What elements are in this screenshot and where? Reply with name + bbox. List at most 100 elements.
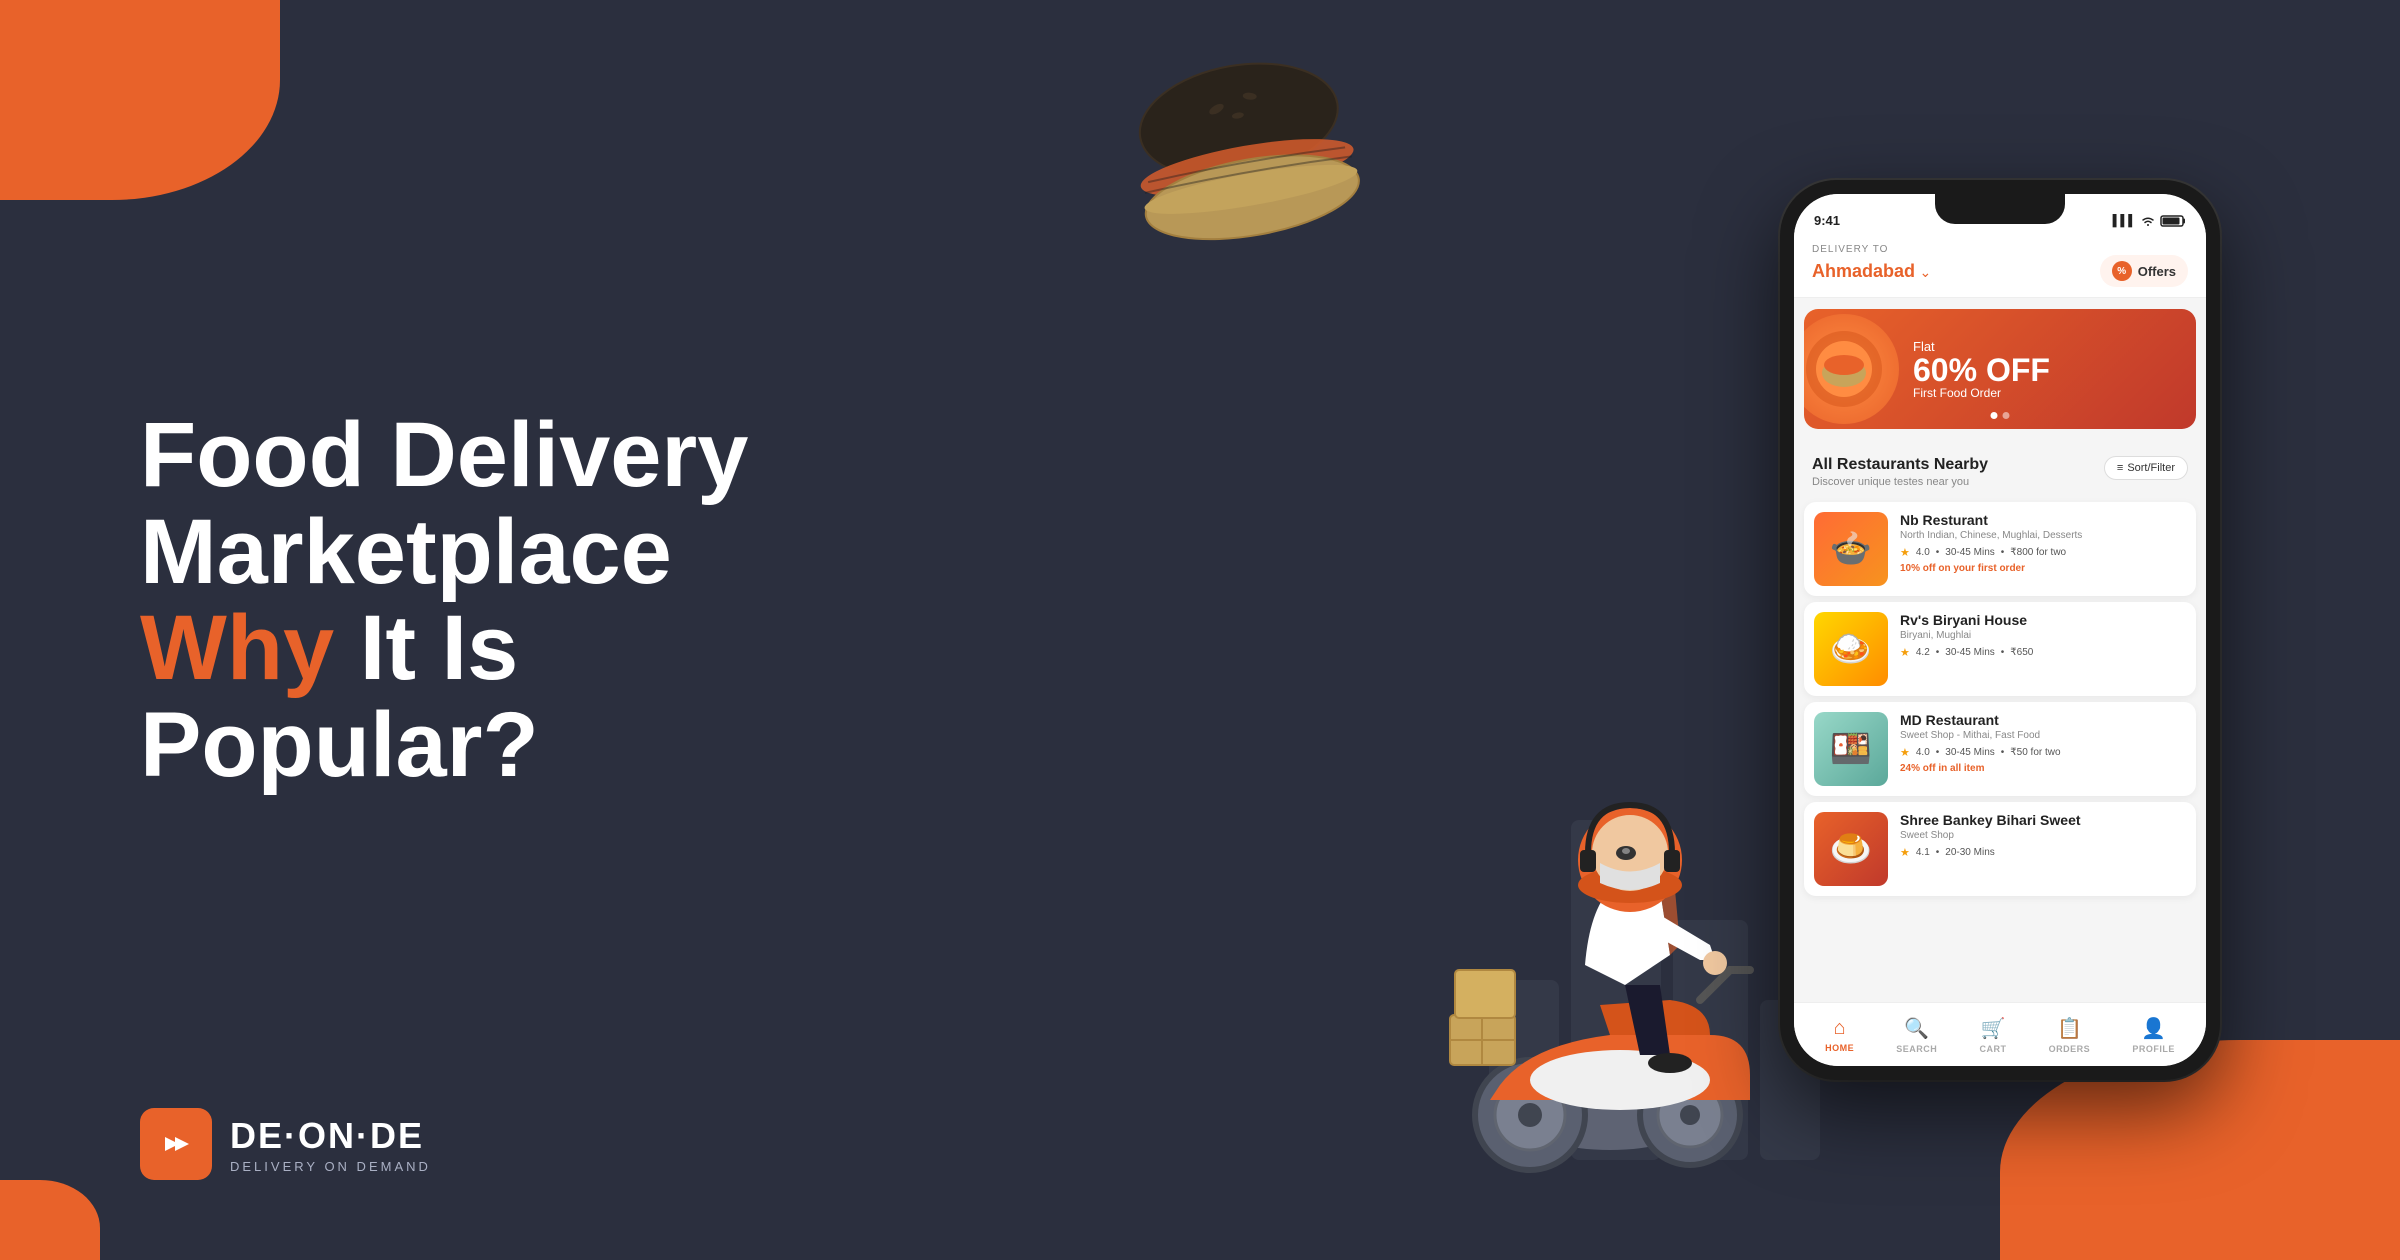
delivery-person-illustration	[1330, 705, 1830, 1205]
restaurant-card-3[interactable]: 🍱 MD Restaurant Sweet Shop - Mithai, Fas…	[1804, 702, 2196, 796]
restaurant-offer-1: 10% off on your first order	[1900, 563, 2186, 574]
signal-icon: ▌▌▌	[2113, 215, 2136, 227]
headline-line4: Popular?	[140, 694, 539, 796]
phone-frame: 9:41 ▌▌▌ DELIVERY TO	[1780, 180, 2220, 1080]
restaurant-info-4: Shree Bankey Bihari Sweet Sweet Shop ★ 4…	[1900, 812, 2186, 886]
price-3: ₹50 for two	[2010, 747, 2060, 758]
logo-tagline: DELIVERY ON DEMAND	[230, 1159, 431, 1174]
delivery-svg	[1330, 705, 1830, 1205]
city-info: Ahmadabad ⌄	[1812, 261, 1931, 282]
price-2: ₹650	[2010, 647, 2033, 658]
status-icons: ▌▌▌	[2113, 214, 2186, 228]
rating-4: 4.1	[1916, 847, 1930, 858]
nav-cart[interactable]: 🛒 CART	[1965, 1012, 2020, 1058]
star-icon-1: ★	[1900, 546, 1910, 559]
burger-svg	[1089, 27, 1399, 273]
promo-banner[interactable]: Flat 60% OFF First Food Order	[1804, 309, 2196, 429]
restaurant-offer-3: 24% off in all item	[1900, 763, 2186, 774]
restaurant-info-1: Nb Resturant North Indian, Chinese, Mugh…	[1900, 512, 2186, 586]
banner-dot-2	[2003, 412, 2010, 419]
time-2: 30-45 Mins	[1945, 647, 1994, 658]
phone-notch	[1935, 194, 2065, 224]
restaurant-meta-3: ★ 4.0 • 30-45 Mins • ₹50 for two	[1900, 746, 2186, 759]
hero-content: Food Delivery Marketplace Why It Is Popu…	[140, 407, 800, 853]
restaurant-cuisine-2: Biryani, Mughlai	[1900, 630, 2186, 641]
app-header: DELIVERY TO Ahmadabad ⌄ % Offers	[1794, 234, 2206, 298]
logo-arrow-icon	[155, 1123, 197, 1165]
banner-food-svg	[1804, 329, 1884, 409]
banner-food-image	[1804, 314, 1899, 424]
restaurant-card-4[interactable]: 🍮 Shree Bankey Bihari Sweet Sweet Shop ★…	[1804, 802, 2196, 896]
delivery-label: DELIVERY TO	[1812, 244, 2188, 255]
banner-discount: 60% OFF	[1913, 354, 2050, 386]
star-icon-3: ★	[1900, 746, 1910, 759]
logo-text: DE·ON·DE DELIVERY ON DEMAND	[230, 1115, 431, 1174]
time-3: 30-45 Mins	[1945, 747, 1994, 758]
home-label: HOME	[1825, 1043, 1854, 1053]
search-label: SEARCH	[1896, 1044, 1937, 1054]
filter-button[interactable]: ≡ Sort/Filter	[2104, 456, 2188, 480]
section-title-area: All Restaurants Nearby Discover unique t…	[1812, 456, 1988, 488]
restaurant-info-3: MD Restaurant Sweet Shop - Mithai, Fast …	[1900, 712, 2186, 786]
profile-label: PROFILE	[2132, 1044, 2175, 1054]
orders-label: ORDERS	[2049, 1044, 2091, 1054]
nav-profile[interactable]: 👤 PROFILE	[2118, 1012, 2189, 1058]
banner-sub-label: First Food Order	[1913, 386, 2050, 400]
restaurant-info-2: Rv's Biryani House Biryani, Mughlai ★ 4.…	[1900, 612, 2186, 686]
rating-1: 4.0	[1916, 547, 1930, 558]
nav-orders[interactable]: 📋 ORDERS	[2035, 1012, 2105, 1058]
restaurant-image-2: 🍛	[1814, 612, 1888, 686]
headline-line2: Marketplace	[140, 500, 672, 602]
restaurants-section: All Restaurants Nearby Discover unique t…	[1794, 442, 2206, 1002]
section-subtitle: Discover unique testes near you	[1812, 476, 1988, 488]
restaurant-card-2[interactable]: 🍛 Rv's Biryani House Biryani, Mughlai ★ …	[1804, 602, 2196, 696]
separator-7: •	[1936, 847, 1940, 858]
headline-line1: Food Delivery	[140, 404, 748, 506]
banner-dot-1	[1991, 412, 1998, 419]
restaurant-meta-1: ★ 4.0 • 30-45 Mins • ₹800 for two	[1900, 546, 2186, 559]
city-name[interactable]: Ahmadabad	[1812, 261, 1915, 281]
separator-4: •	[2001, 647, 2005, 658]
restaurant-meta-2: ★ 4.2 • 30-45 Mins • ₹650	[1900, 646, 2186, 659]
separator-5: •	[1936, 747, 1940, 758]
offers-button[interactable]: % Offers	[2100, 255, 2188, 287]
restaurant-cuisine-1: North Indian, Chinese, Mughlai, Desserts	[1900, 530, 2186, 541]
restaurant-name-4: Shree Bankey Bihari Sweet	[1900, 812, 2186, 828]
banner-text: Flat 60% OFF First Food Order	[1899, 339, 2050, 400]
rating-2: 4.2	[1916, 647, 1930, 658]
banner-dots	[1991, 412, 2010, 419]
home-icon: ⌂	[1834, 1017, 1846, 1040]
logo-name: DE·ON·DE	[230, 1115, 431, 1157]
burger-illustration	[1089, 27, 1399, 273]
nav-search[interactable]: 🔍 SEARCH	[1882, 1012, 1951, 1058]
corner-decoration-top-left	[0, 0, 280, 200]
separator-3: •	[1936, 647, 1940, 658]
bottom-navigation: ⌂ HOME 🔍 SEARCH 🛒 CART 📋 ORDERS 👤	[1794, 1002, 2206, 1066]
filter-icon: ≡	[2117, 462, 2123, 474]
star-icon-4: ★	[1900, 846, 1910, 859]
logo-area: DE·ON·DE DELIVERY ON DEMAND	[140, 1108, 431, 1180]
phone-mockup: 9:41 ▌▌▌ DELIVERY TO	[1780, 180, 2220, 1080]
separator-2: •	[2001, 547, 2005, 558]
time-1: 30-45 Mins	[1945, 547, 1994, 558]
phone-screen: 9:41 ▌▌▌ DELIVERY TO	[1794, 194, 2206, 1066]
restaurant-cuisine-3: Sweet Shop - Mithai, Fast Food	[1900, 730, 2186, 741]
orders-icon: 📋	[2057, 1016, 2082, 1041]
battery-icon	[2160, 214, 2186, 228]
search-icon: 🔍	[1904, 1016, 1929, 1041]
restaurant-card[interactable]: 🍲 Nb Resturant North Indian, Chinese, Mu…	[1804, 502, 2196, 596]
restaurant-image-4: 🍮	[1814, 812, 1888, 886]
nav-home[interactable]: ⌂ HOME	[1811, 1013, 1868, 1057]
restaurant-name-1: Nb Resturant	[1900, 512, 2186, 528]
city-chevron-icon[interactable]: ⌄	[1919, 264, 1931, 280]
restaurant-name-2: Rv's Biryani House	[1900, 612, 2186, 628]
corner-decoration-bottom-left	[0, 1180, 100, 1260]
time-4: 20-30 Mins	[1945, 847, 1994, 858]
star-icon-2: ★	[1900, 646, 1910, 659]
offers-icon: %	[2112, 261, 2132, 281]
wifi-icon	[2140, 215, 2156, 227]
profile-icon: 👤	[2141, 1016, 2166, 1041]
status-time: 9:41	[1814, 213, 1840, 228]
cart-icon: 🛒	[1981, 1016, 2006, 1041]
restaurant-cuisine-4: Sweet Shop	[1900, 830, 2186, 841]
